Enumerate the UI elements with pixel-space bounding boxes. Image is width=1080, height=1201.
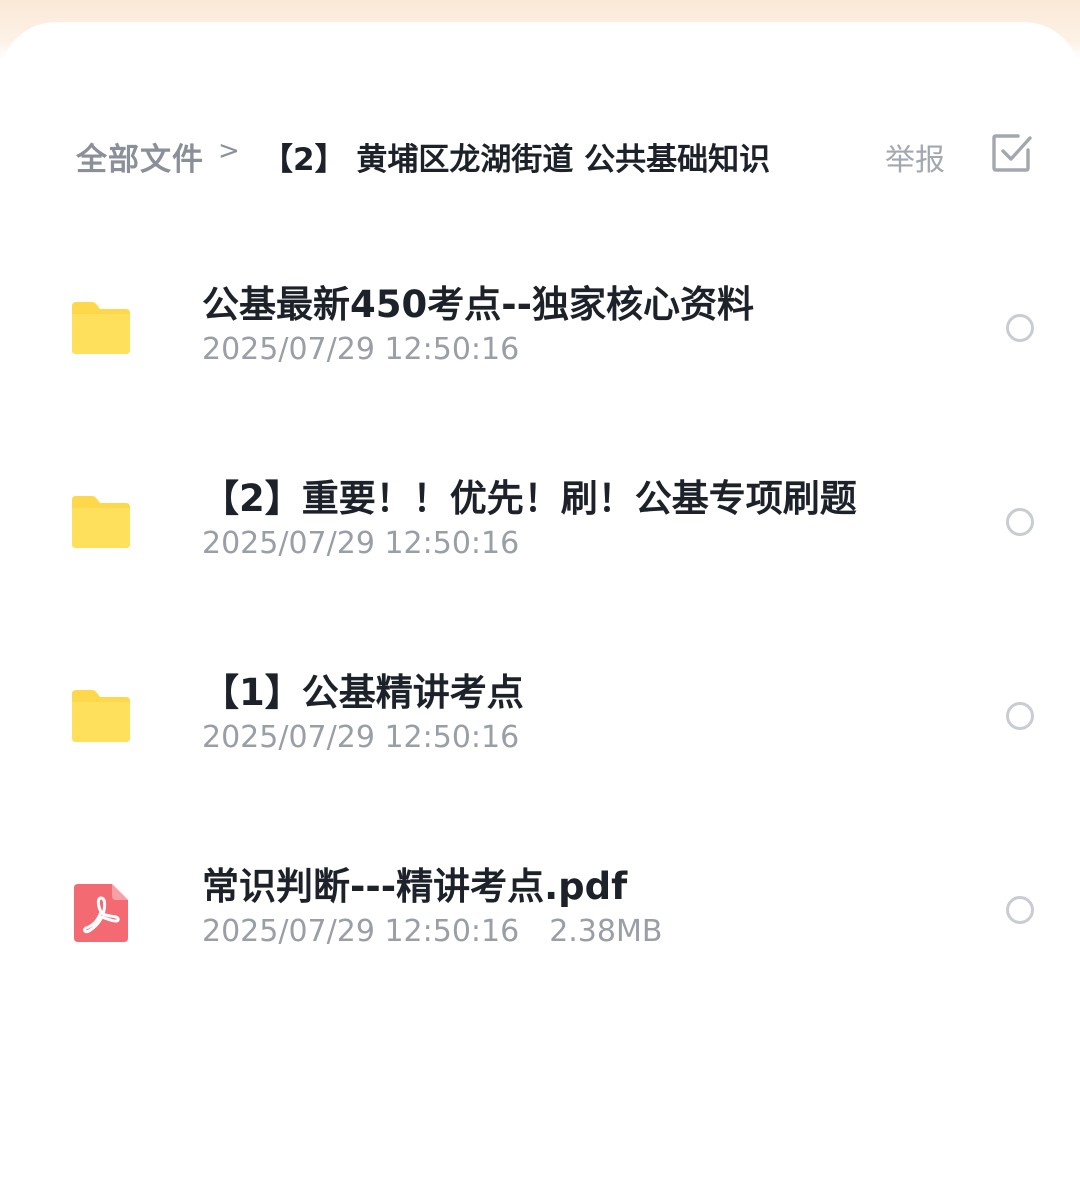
file-modified: 2025/07/29 12:50:16 — [202, 914, 520, 949]
folder-icon — [72, 496, 130, 548]
select-radio[interactable] — [1006, 314, 1034, 342]
breadcrumb-current-folder: 【2】 黄埔区龙湖街道 公共基础知识 — [262, 142, 771, 178]
file-meta: 2025/07/29 12:50:16 — [202, 526, 519, 561]
select-radio[interactable] — [1006, 702, 1034, 730]
file-name: 【2】重要！！优先！刷！公基专项刷题 — [202, 477, 857, 520]
select-radio[interactable] — [1006, 508, 1034, 536]
select-radio[interactable] — [1006, 896, 1034, 924]
breadcrumb-root[interactable]: 全部文件 — [76, 134, 204, 179]
file-size: 2.38MB — [549, 914, 663, 949]
checkbox-check-icon[interactable] — [990, 130, 1034, 174]
file-name: 【1】公基精讲考点 — [202, 671, 524, 714]
file-row[interactable]: 【1】公基精讲考点 2025/07/29 12:50:16 — [0, 648, 1080, 778]
file-name: 常识判断---精讲考点.pdf — [202, 865, 628, 908]
file-modified: 2025/07/29 12:50:16 — [202, 720, 520, 755]
file-name: 公基最新450考点--独家核心资料 — [202, 283, 754, 326]
file-list-sheet: 全部文件 > 【2】 黄埔区龙湖街道 公共基础知识 举报 公基最新450考点--… — [0, 22, 1080, 1201]
file-meta: 2025/07/29 12:50:16 2.38MB — [202, 914, 662, 949]
file-modified: 2025/07/29 12:50:16 — [202, 332, 520, 367]
file-row[interactable]: 【2】重要！！优先！刷！公基专项刷题 2025/07/29 12:50:16 — [0, 454, 1080, 584]
report-button[interactable]: 举报 — [885, 135, 945, 179]
file-row[interactable]: 公基最新450考点--独家核心资料 2025/07/29 12:50:16 — [0, 260, 1080, 390]
pdf-file-icon — [74, 884, 128, 942]
file-meta: 2025/07/29 12:50:16 — [202, 720, 519, 755]
file-modified: 2025/07/29 12:50:16 — [202, 526, 520, 561]
breadcrumb-header: 全部文件 > 【2】 黄埔区龙湖街道 公共基础知识 举报 — [0, 122, 1080, 182]
file-meta: 2025/07/29 12:50:16 — [202, 332, 519, 367]
breadcrumb-separator: > — [218, 136, 240, 166]
file-row[interactable]: 常识判断---精讲考点.pdf 2025/07/29 12:50:16 2.38M… — [0, 842, 1080, 972]
folder-icon — [72, 302, 130, 354]
folder-icon — [72, 690, 130, 742]
